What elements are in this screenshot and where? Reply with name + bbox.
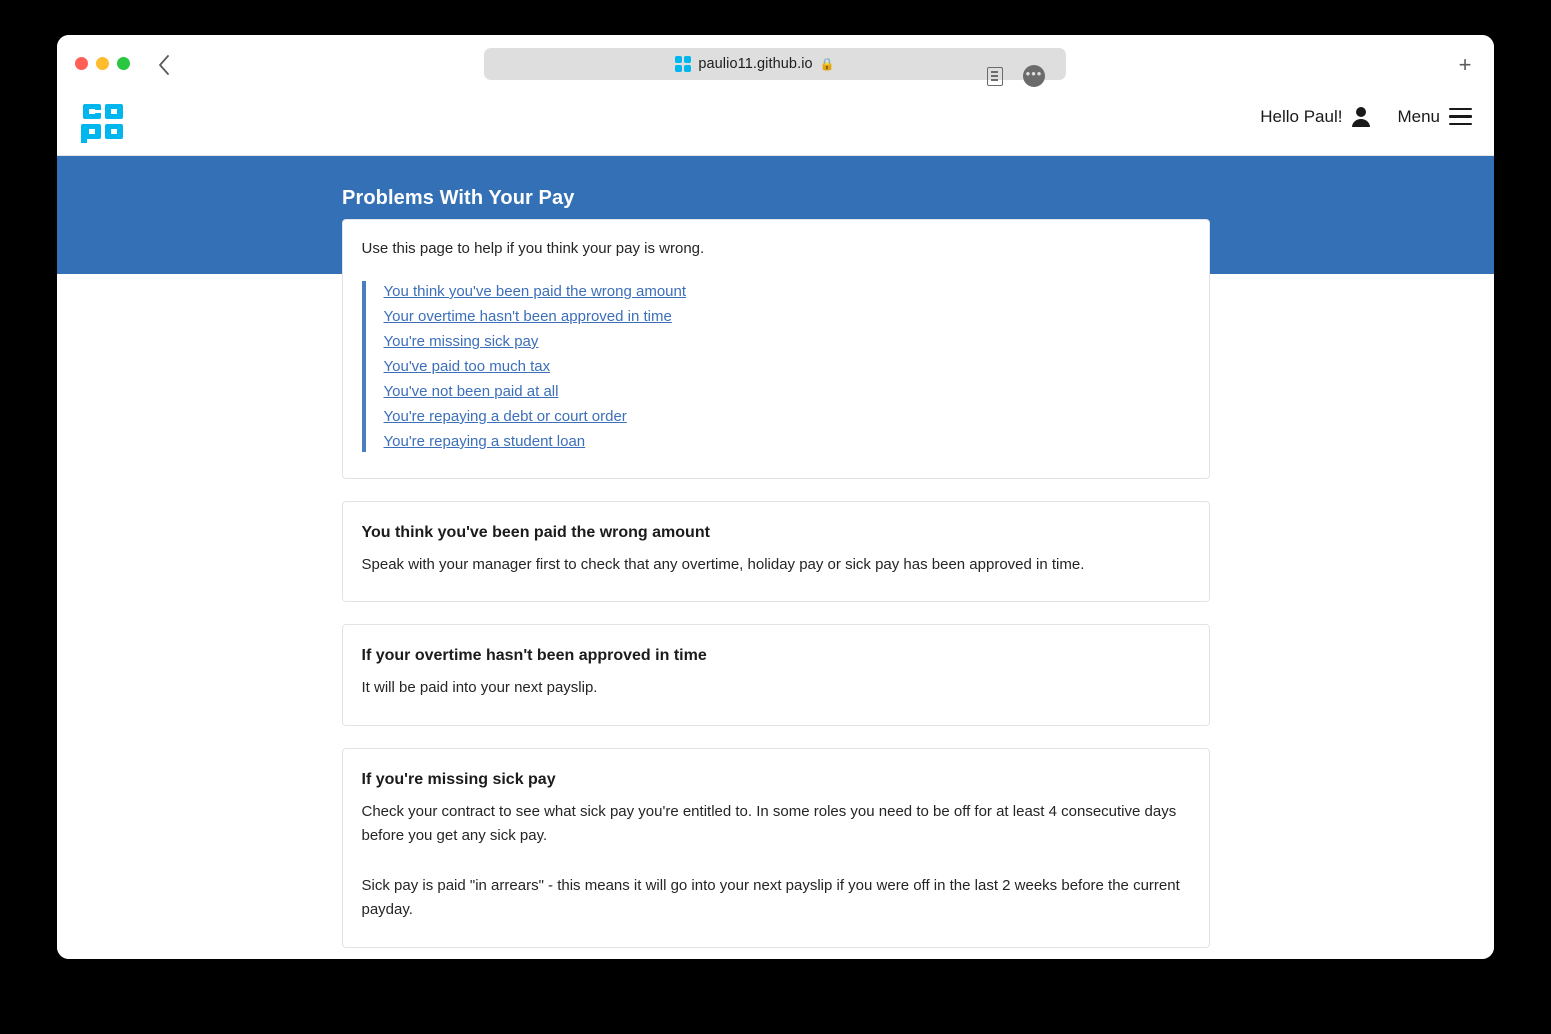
coop-logo[interactable] bbox=[81, 100, 129, 146]
site-favicon-icon bbox=[675, 56, 692, 72]
minimize-window-button[interactable] bbox=[96, 57, 109, 70]
card-paragraph: Sick pay is paid "in arrears" - this mea… bbox=[361, 877, 1180, 919]
hamburger-menu-icon bbox=[1449, 107, 1472, 126]
site-header: Hello Paul! Menu bbox=[57, 93, 1494, 156]
maximize-window-button[interactable] bbox=[117, 57, 130, 70]
browser-titlebar: paulio11.github.io 🔒 ••• + bbox=[57, 35, 1494, 93]
card-paragraph: Speak with your manager first to check t… bbox=[361, 556, 1085, 573]
intro-lead-text: Use this page to help if you think your … bbox=[361, 240, 705, 257]
page-title: Problems With Your Pay bbox=[342, 187, 575, 209]
section-card-container: You think you've been paid the wrong amo… bbox=[57, 501, 1494, 959]
close-window-button[interactable] bbox=[75, 57, 88, 70]
jump-link[interactable]: You've paid too much tax bbox=[384, 358, 551, 375]
menu-label: Menu bbox=[1397, 106, 1440, 126]
card-heading: You think you've been paid the wrong amo… bbox=[361, 524, 710, 541]
jump-link[interactable]: You've not been paid at all bbox=[384, 383, 559, 400]
jump-link[interactable]: You're missing sick pay bbox=[384, 333, 539, 350]
coop-logo-icon bbox=[81, 104, 123, 143]
jump-link-list: You think you've been paid the wrong amo… bbox=[361, 281, 1190, 452]
card-paragraph: Check your contract to see what sick pay… bbox=[361, 802, 1177, 844]
intro-card: Use this page to help if you think your … bbox=[341, 219, 1210, 479]
browser-window: paulio11.github.io 🔒 ••• + Hello Paul! M… bbox=[57, 35, 1494, 959]
address-bar[interactable]: paulio11.github.io 🔒 ••• bbox=[484, 48, 1066, 87]
greeting-text: Hello Paul! bbox=[1260, 106, 1343, 126]
header-nav: Hello Paul! Menu bbox=[1260, 106, 1472, 127]
card-heading: If your overtime hasn't been approved in… bbox=[361, 647, 707, 665]
jump-link[interactable]: Your overtime hasn't been approved in ti… bbox=[384, 308, 672, 325]
card-heading: If you're missing sick pay bbox=[361, 770, 556, 788]
page-settings-icon[interactable]: ••• bbox=[1023, 65, 1045, 87]
jump-link[interactable]: You're repaying a debt or court order bbox=[384, 408, 627, 425]
url-text: paulio11.github.io bbox=[698, 56, 813, 72]
lock-icon: 🔒 bbox=[819, 57, 835, 71]
menu-button[interactable]: Menu bbox=[1397, 107, 1472, 127]
window-controls bbox=[75, 57, 130, 70]
info-card: If you're missing sick pay Check your con… bbox=[341, 747, 1210, 948]
info-card: If your overtime hasn't been approved in… bbox=[341, 624, 1210, 726]
reader-view-icon[interactable] bbox=[987, 67, 1003, 86]
back-button[interactable] bbox=[150, 51, 178, 79]
new-tab-button[interactable]: + bbox=[1451, 51, 1479, 79]
account-link[interactable]: Hello Paul! bbox=[1260, 106, 1371, 127]
jump-link[interactable]: You think you've been paid the wrong amo… bbox=[384, 283, 687, 300]
chevron-left-icon bbox=[159, 55, 169, 75]
content-area: Use this page to help if you think your … bbox=[57, 219, 1494, 959]
person-icon bbox=[1352, 107, 1371, 127]
card-paragraph: It will be paid into your next payslip. bbox=[361, 679, 598, 697]
info-card: You think you've been paid the wrong amo… bbox=[341, 501, 1210, 603]
jump-link[interactable]: You're repaying a student loan bbox=[384, 433, 586, 450]
page-viewport: Hello Paul! Menu Problems With Your Pay bbox=[57, 93, 1494, 959]
